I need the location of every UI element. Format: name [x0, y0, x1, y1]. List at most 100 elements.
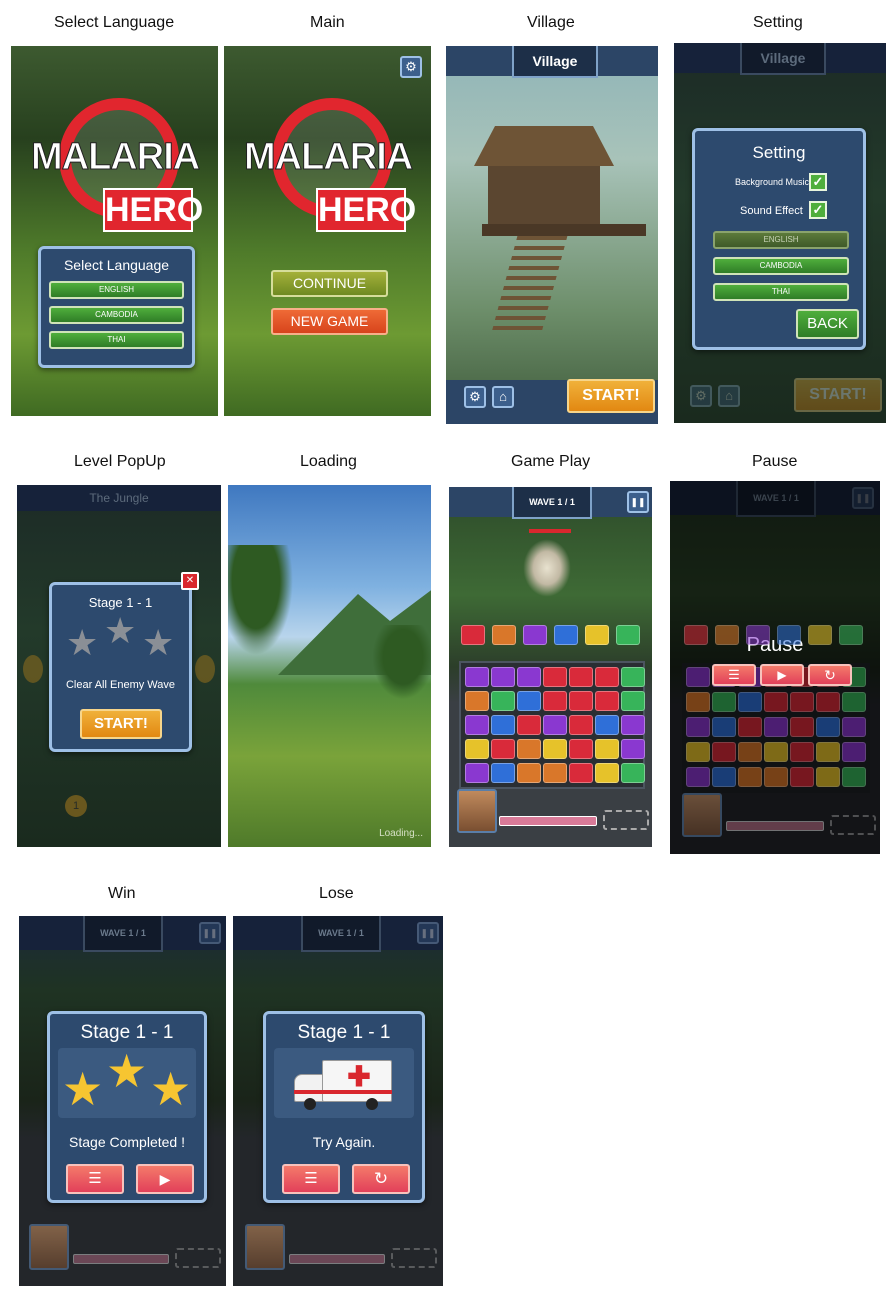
board-tile[interactable]: [595, 691, 619, 711]
caption-select-language: Select Language: [54, 14, 175, 31]
ambulance-icon: ✚: [294, 1060, 392, 1110]
pause-icon: ❚❚: [199, 922, 221, 944]
ambulance-slot-icon: [391, 1248, 437, 1268]
restart-button[interactable]: ↻: [808, 664, 852, 686]
board-tile[interactable]: [465, 691, 489, 711]
ambulance-slot-icon: [175, 1248, 221, 1268]
continue-button[interactable]: CONTINUE: [271, 270, 388, 297]
board-tile[interactable]: [569, 691, 593, 711]
player-avatar: [29, 1224, 69, 1270]
language-english-button[interactable]: ENGLISH: [49, 281, 184, 299]
level-marker: 1: [65, 795, 87, 817]
close-icon[interactable]: ✕: [181, 572, 199, 590]
top-row-tile: [554, 625, 578, 645]
win-wave-label: WAVE 1 / 1: [83, 916, 163, 952]
lose-panel: Stage 1 - 1 ✚ Try Again. ☰ ↻: [263, 1011, 425, 1203]
language-cambodia-button[interactable]: CAMBODIA: [713, 257, 849, 275]
board-tile[interactable]: [543, 739, 567, 759]
board-tile[interactable]: [517, 691, 541, 711]
village-title: Village: [512, 46, 598, 78]
setting-bg-title: Village: [740, 43, 826, 75]
top-row-tile: [684, 625, 708, 645]
red-cross-icon: ✚: [347, 1061, 371, 1092]
sound-effect-checkbox[interactable]: ✓: [809, 201, 827, 219]
village-start-button[interactable]: START!: [567, 379, 655, 413]
board-tile[interactable]: [621, 763, 645, 783]
game-board: [459, 661, 645, 789]
select-language-panel: Select Language ENGLISH CAMBODIA THAI: [38, 246, 195, 368]
board-tile[interactable]: [569, 667, 593, 687]
board-tile[interactable]: [543, 691, 567, 711]
board-tile[interactable]: [543, 715, 567, 735]
top-row-tile: [746, 625, 770, 645]
menu-list-button[interactable]: ☰: [66, 1164, 124, 1194]
board-tile[interactable]: [569, 715, 593, 735]
home-icon: ⌂: [718, 385, 740, 407]
board-tile[interactable]: [543, 763, 567, 783]
nav-left-arrow-icon: [23, 655, 43, 683]
setting-panel: Setting Background Music ✓ Sound Effect …: [692, 128, 866, 350]
caption-main: Main: [310, 14, 345, 31]
board-tile[interactable]: [595, 739, 619, 759]
board-tile[interactable]: [517, 667, 541, 687]
screen-select-language: MALARIA HERO Select Language ENGLISH CAM…: [11, 46, 218, 416]
top-row-tile: [616, 625, 640, 645]
caption-game-play: Game Play: [511, 453, 591, 470]
resume-play-button[interactable]: ▶: [760, 664, 804, 686]
next-play-button[interactable]: ▶: [136, 1164, 194, 1194]
lose-wave-label: WAVE 1 / 1: [301, 916, 381, 952]
caption-village: Village: [527, 14, 575, 31]
language-english-button[interactable]: ENGLISH: [713, 231, 849, 249]
palm-tree-right: [368, 625, 431, 705]
language-thai-button[interactable]: THAI: [713, 283, 849, 301]
menu-list-button[interactable]: ☰: [282, 1164, 340, 1194]
top-row-tile: [523, 625, 547, 645]
player-health-meter: [499, 816, 597, 826]
board-tile[interactable]: [621, 715, 645, 735]
board-tile[interactable]: [569, 763, 593, 783]
board-tile[interactable]: [491, 739, 515, 759]
board-tile[interactable]: [465, 715, 489, 735]
back-button[interactable]: BACK: [796, 309, 859, 339]
home-icon[interactable]: ⌂: [492, 386, 514, 408]
player-avatar: [457, 789, 497, 833]
board-tile[interactable]: [517, 739, 541, 759]
board-tile[interactable]: [517, 715, 541, 735]
board-tile[interactable]: [491, 715, 515, 735]
board-tile[interactable]: [491, 763, 515, 783]
board-tile[interactable]: [517, 763, 541, 783]
board-tile[interactable]: [465, 667, 489, 687]
menu-list-button[interactable]: ☰: [712, 664, 756, 686]
board-tile[interactable]: [569, 739, 593, 759]
win-panel: Stage 1 - 1 ★ ★ ★ Stage Completed ! ☰ ▶: [47, 1011, 207, 1203]
screen-lose: WAVE 1 / 1 ❚❚ Stage 1 - 1 ✚ Try Again. ☰…: [233, 916, 443, 1286]
board-tile[interactable]: [465, 763, 489, 783]
background-music-checkbox[interactable]: ✓: [809, 173, 827, 191]
board-tile[interactable]: [543, 667, 567, 687]
mosquito-enemy-icon: [523, 539, 571, 597]
language-thai-button[interactable]: THAI: [49, 331, 184, 349]
settings-gear-icon[interactable]: ⚙: [400, 56, 422, 78]
language-cambodia-button[interactable]: CAMBODIA: [49, 306, 184, 324]
level-start-button[interactable]: START!: [80, 709, 162, 739]
caption-setting: Setting: [753, 14, 803, 31]
retry-button[interactable]: ↻: [352, 1164, 410, 1194]
board-tile[interactable]: [491, 667, 515, 687]
board-tile[interactable]: [621, 691, 645, 711]
screen-main: ⚙ MALARIA HERO CONTINUE NEW GAME: [224, 46, 431, 416]
sound-effect-label: Sound Effect: [740, 205, 803, 217]
board-tile[interactable]: [595, 715, 619, 735]
board-tile[interactable]: [595, 667, 619, 687]
player-health-meter: [73, 1254, 169, 1264]
logo-malaria: MALARIA: [243, 136, 413, 179]
settings-gear-icon[interactable]: ⚙: [464, 386, 486, 408]
board-tile[interactable]: [465, 739, 489, 759]
board-tile[interactable]: [621, 667, 645, 687]
top-row-tile: [777, 625, 801, 645]
board-tile[interactable]: [621, 739, 645, 759]
new-game-button[interactable]: NEW GAME: [271, 308, 388, 335]
pause-icon[interactable]: ❚❚: [627, 491, 649, 513]
board-tile[interactable]: [491, 691, 515, 711]
level-stage-title: Stage 1 - 1: [88, 595, 153, 610]
board-tile[interactable]: [595, 763, 619, 783]
